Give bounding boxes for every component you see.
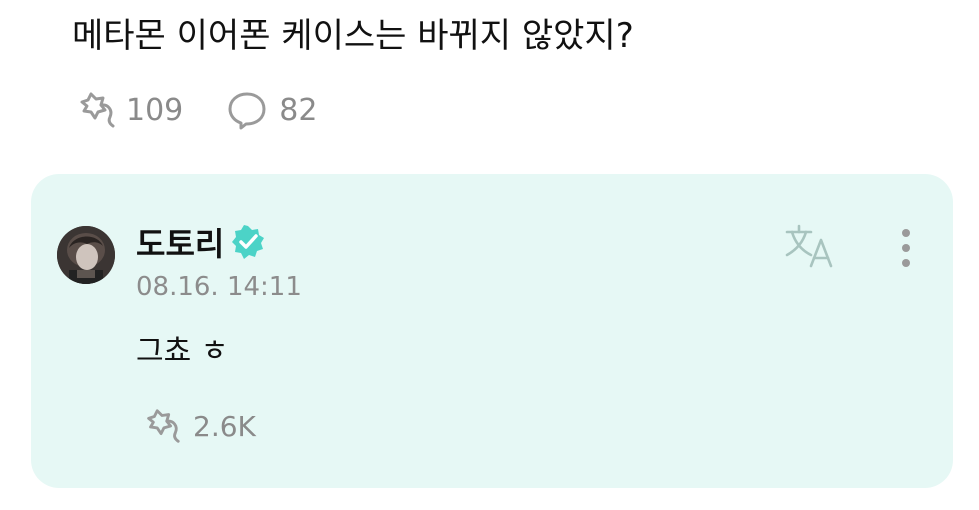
comment-timestamp: 08.16. 14:11 <box>136 272 302 302</box>
avatar-image <box>57 226 115 284</box>
like-icon <box>80 92 115 128</box>
like-icon <box>147 409 180 443</box>
post-text: 메타몬 이어폰 케이스는 바뀌지 않았지? <box>72 16 634 56</box>
post-comment-button[interactable]: 82 <box>227 90 317 130</box>
comment-card: 도토리 08.16. 14:11 그쵸 ㅎ 2.6K <box>31 174 953 488</box>
more-options-button[interactable] <box>891 226 921 272</box>
comment-like-count: 2.6K <box>193 409 256 443</box>
comment-like-button[interactable]: 2.6K <box>139 404 256 448</box>
more-vertical-icon <box>902 229 910 267</box>
translate-button[interactable] <box>783 222 843 272</box>
comment-author-row: 도토리 <box>136 220 266 264</box>
post-stats: 109 82 <box>72 88 317 132</box>
translate-icon <box>785 224 833 268</box>
post-like-button[interactable]: 109 <box>72 88 183 132</box>
comment-body: 그쵸 ㅎ <box>136 334 229 369</box>
comment-bubble-icon <box>228 92 266 130</box>
verified-badge-icon <box>232 225 265 259</box>
comment-author-name[interactable]: 도토리 <box>136 219 224 265</box>
avatar[interactable] <box>57 226 115 284</box>
weverse-post-page: 메타몬 이어폰 케이스는 바뀌지 않았지? 109 82 도토리 08.16. … <box>0 0 979 510</box>
post-comment-count: 82 <box>279 92 318 128</box>
post-like-count: 109 <box>126 92 184 128</box>
